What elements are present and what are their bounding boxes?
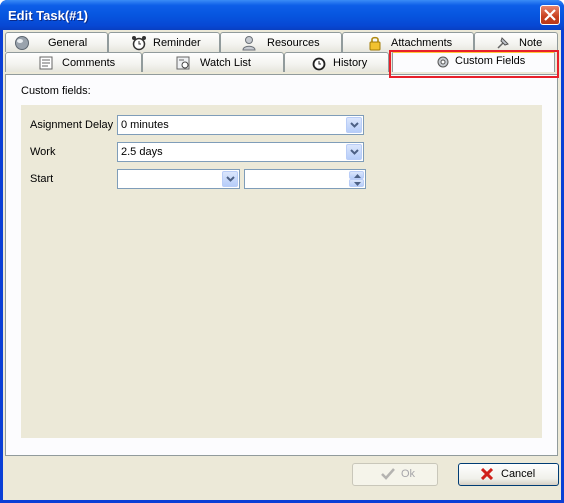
title-bar: Edit Task(#1) <box>0 0 564 30</box>
comments-icon <box>39 56 53 70</box>
close-button[interactable] <box>540 5 560 25</box>
assignment-delay-label: Asignment Delay <box>30 119 114 131</box>
tab-note-label: Note <box>519 37 543 49</box>
chevron-down-icon <box>226 176 235 182</box>
work-combo[interactable]: 2.5 days <box>117 142 364 162</box>
spin-up-button[interactable] <box>349 171 364 179</box>
spin-down-button[interactable] <box>349 179 364 187</box>
watch-list-icon <box>176 56 190 70</box>
cancel-x-icon <box>481 468 493 480</box>
tab-resources[interactable]: Resources <box>220 32 342 52</box>
highlight-box <box>389 50 559 78</box>
tab-attachments-label: Attachments <box>391 37 453 49</box>
tab-history[interactable]: History <box>284 52 389 72</box>
chevron-down-icon <box>354 182 361 186</box>
start-date-picker[interactable] <box>117 169 240 189</box>
tab-reminder[interactable]: Reminder <box>108 32 220 52</box>
window-title: Edit Task(#1) <box>8 8 88 23</box>
alarm-clock-icon <box>132 36 146 51</box>
work-value: 2.5 days <box>121 146 163 158</box>
pin-icon <box>497 37 509 49</box>
tab-comments[interactable]: Comments <box>5 52 142 72</box>
lock-icon <box>369 36 381 51</box>
tab-history-label: History <box>333 57 368 69</box>
start-time-spinner[interactable] <box>244 169 366 189</box>
tab-reminder-label: Reminder <box>153 37 201 49</box>
ok-button-label: Ok <box>401 468 416 480</box>
history-clock-icon <box>312 57 326 71</box>
start-date-dropdown-button[interactable] <box>222 171 238 187</box>
assignment-delay-dropdown-button[interactable] <box>346 117 362 133</box>
chevron-up-icon <box>354 174 361 178</box>
dialog-body: General Reminder Resources Attachments N… <box>3 30 561 500</box>
assignment-delay-value: 0 minutes <box>121 119 169 131</box>
chevron-down-icon <box>350 122 359 128</box>
person-icon <box>242 36 256 51</box>
edit-task-window: Edit Task(#1) General Reminder Resources <box>0 0 564 503</box>
ok-button[interactable]: Ok <box>352 463 438 486</box>
tab-attachments[interactable]: Attachments <box>342 32 474 52</box>
assignment-delay-combo[interactable]: 0 minutes <box>117 115 364 135</box>
checkmark-icon <box>381 468 395 480</box>
tab-watch-list-label: Watch List <box>200 57 251 69</box>
start-time-spin-buttons[interactable] <box>349 171 364 187</box>
work-label: Work <box>30 146 56 158</box>
tab-general-label: General <box>48 37 88 49</box>
tab-general[interactable]: General <box>5 32 108 52</box>
tab-note[interactable]: Note <box>474 32 558 52</box>
work-dropdown-button[interactable] <box>346 144 362 160</box>
close-icon <box>544 9 556 21</box>
fields-area: Asignment Delay 0 minutes Work 2.5 days … <box>21 105 542 438</box>
cancel-button[interactable]: Cancel <box>458 463 559 486</box>
cancel-button-label: Cancel <box>501 468 536 480</box>
tab-comments-label: Comments <box>62 57 116 69</box>
tab-resources-label: Resources <box>267 37 320 49</box>
start-label: Start <box>30 173 54 185</box>
chevron-down-icon <box>350 149 359 155</box>
globe-icon <box>15 36 29 50</box>
custom-fields-heading: Custom fields: <box>21 85 91 97</box>
tab-watch-list[interactable]: Watch List <box>142 52 284 72</box>
